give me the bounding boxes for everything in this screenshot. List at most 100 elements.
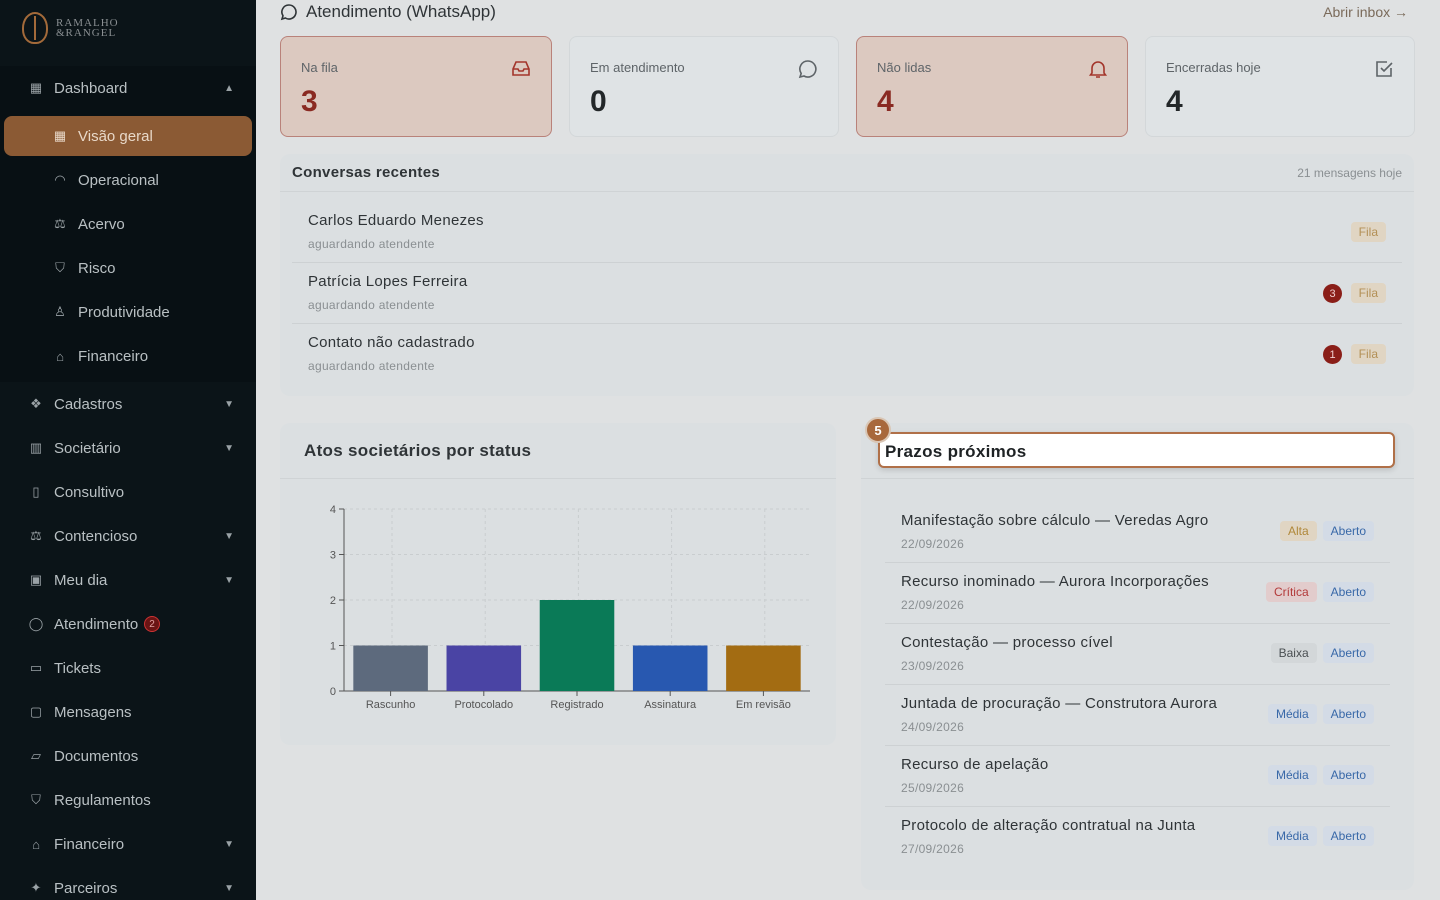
section-title: Atendimento (WhatsApp) — [280, 2, 496, 22]
deadline-tags: Crítica Aberto — [1265, 582, 1374, 602]
chat-bubble-icon — [798, 60, 817, 79]
chat-bubble-icon — [280, 4, 297, 21]
conversation-row[interactable]: Contato não cadastrado aguardando atende… — [292, 324, 1402, 385]
stat-label: Encerradas hoje — [1166, 60, 1261, 75]
stat-card-closed-today[interactable]: Encerradas hoje 4 — [1145, 36, 1415, 137]
sidebar-item-societario[interactable]: ▥ Societário ▼ — [0, 428, 256, 468]
shield-icon: ⛉ — [55, 260, 65, 275]
sidebar-item-label: Produtividade — [78, 303, 170, 321]
sidebar-item-label: Parceiros — [54, 879, 118, 897]
sidebar-item-label: Dashboard — [54, 79, 128, 97]
section-title-text: Atendimento (WhatsApp) — [306, 2, 496, 21]
stat-value: 0 — [590, 85, 607, 118]
chat-bubble-icon: ◯ — [28, 616, 44, 631]
x-tick-label: Protocolado — [454, 699, 513, 711]
sidebar-item-dashboard[interactable]: ▦ Dashboard ▲ — [0, 68, 256, 108]
sidebar-item-regulamentos[interactable]: ⛉ Regulamentos — [0, 780, 256, 820]
stat-card-unread[interactable]: Não lidas 4 — [856, 36, 1128, 137]
deadline-row[interactable]: Recurso inominado — Aurora Incorporações… — [885, 563, 1390, 624]
logo-mark-icon — [22, 12, 48, 44]
stat-label: Não lidas — [877, 60, 932, 75]
conversation-row[interactable]: Patrícia Lopes Ferreira aguardando atend… — [292, 263, 1402, 324]
sidebar-item-label: Operacional — [78, 171, 159, 189]
sidebar-item-meu-dia[interactable]: ▣ Meu dia ▼ — [0, 560, 256, 600]
chevron-down-icon: ▼ — [224, 398, 234, 410]
sidebar-subitem-risco[interactable]: ⛉ Risco — [0, 248, 256, 288]
deadline-date: 27/09/2026 — [901, 842, 965, 856]
sidebar-item-mensagens[interactable]: ▢ Mensagens — [0, 692, 256, 732]
notification-badge: 2 — [144, 616, 160, 632]
stat-value: 3 — [301, 85, 318, 118]
y-tick-label: 4 — [330, 504, 336, 516]
sidebar-item-contencioso[interactable]: ⚖ Contencioso ▼ — [0, 516, 256, 556]
sidebar-subitem-acervo[interactable]: ⚖ Acervo — [0, 204, 256, 244]
sidebar-subitem-visao-geral[interactable]: ▦ Visão geral — [0, 116, 256, 156]
deadline-row[interactable]: Contestação — processo cível 23/09/2026 Ba… — [885, 624, 1390, 685]
sidebar-item-label: Mensagens — [54, 703, 132, 721]
checkbox-icon — [1376, 61, 1393, 77]
deadline-row[interactable]: Juntada de procuração — Construtora Auro… — [885, 685, 1390, 746]
sidebar-item-tickets[interactable]: ▭ Tickets — [0, 648, 256, 688]
bank-icon: ⌂ — [32, 836, 40, 852]
status-badge: Fila — [1350, 222, 1386, 242]
bar-chart: 0 1 2 3 4 Rascunho Protocolado Registrado Assina… — [330, 504, 810, 711]
chevron-down-icon: ▼ — [224, 574, 234, 586]
stat-label: Em atendimento — [590, 60, 685, 75]
stat-card-queue[interactable]: Na fila 3 — [280, 36, 552, 137]
deadline-date: 22/09/2026 — [901, 598, 965, 612]
y-tick-label: 3 — [330, 550, 336, 562]
sidebar-item-label: Risco — [78, 259, 116, 277]
sidebar-item-parceiros[interactable]: ✦ Parceiros ▼ — [0, 868, 256, 900]
contact-name: Contato não cadastrado — [308, 334, 475, 351]
open-inbox-link[interactable]: Abrir inbox → — [1323, 4, 1408, 20]
card-title: Conversas recentes — [292, 164, 440, 181]
sidebar-item-label: Societário — [54, 439, 121, 457]
bell-icon — [1089, 61, 1107, 78]
handshake-icon: ✦ — [30, 880, 42, 895]
priority-badge: Média — [1267, 704, 1317, 724]
sidebar-subitem-operacional[interactable]: ◠ Operacional — [0, 160, 256, 200]
deadline-name: Recurso de apelação — [901, 756, 1049, 773]
sidebar-item-label: Documentos — [54, 747, 139, 765]
shield-check-icon: ⛉ — [31, 792, 41, 807]
card-header: Conversas recentes 21 mensagens hoje — [280, 154, 1414, 192]
status-badge: Aberto — [1322, 826, 1374, 846]
main-content: Atendimento (WhatsApp) Abrir inbox → Na … — [256, 0, 1440, 900]
priority-badge: Crítica — [1265, 582, 1317, 602]
message-count: 21 mensagens hoje — [1297, 166, 1402, 180]
status-badge: Aberto — [1322, 521, 1374, 541]
deadline-row[interactable]: Recurso de apelação 25/09/2026 Média Aberto — [885, 746, 1390, 807]
sidebar-item-documentos[interactable]: ▱ Documentos — [0, 736, 256, 776]
priority-badge: Baixa — [1270, 643, 1317, 663]
conversation-row[interactable]: Carlos Eduardo Menezes aguardando atende… — [292, 202, 1402, 263]
deadline-row[interactable]: Manifestação sobre cálculo — Veredas Agr… — [885, 502, 1390, 563]
calendar-icon: ▣ — [29, 572, 43, 587]
status-badge: Aberto — [1322, 643, 1374, 663]
brand-logo[interactable]: RAMALHO &RANGEL — [22, 12, 119, 44]
conversation-status-text: aguardando atendente — [308, 237, 435, 251]
deadline-tags: Média Aberto — [1267, 765, 1374, 785]
sidebar-item-atendimento[interactable]: ◯ Atendimento 2 — [0, 604, 256, 644]
ticket-icon: ▭ — [29, 660, 43, 675]
bar — [446, 645, 522, 691]
chevron-down-icon: ▼ — [224, 530, 234, 542]
bar — [353, 645, 428, 691]
sidebar-item-consultivo[interactable]: ▯ Consultivo — [0, 472, 256, 512]
sidebar-subitem-financeiro[interactable]: ⌂ Financeiro — [0, 336, 256, 376]
sidebar-subitem-produtividade[interactable]: ♙ Produtividade — [0, 292, 256, 332]
brand-line-2: &RANGEL — [56, 27, 117, 39]
contact-name: Patrícia Lopes Ferreira — [308, 273, 468, 290]
scale-icon: ⚖ — [30, 528, 42, 543]
sidebar-item-label: Financeiro — [54, 835, 125, 853]
stat-card-in-service[interactable]: Em atendimento 0 — [569, 36, 839, 137]
sidebar-item-cadastros[interactable]: ❖ Cadastros ▼ — [0, 384, 256, 424]
deadline-row[interactable]: Protocolo de alteração contratual na Jun… — [885, 807, 1390, 868]
sidebar-item-financeiro[interactable]: ⌂ Financeiro ▼ — [0, 824, 256, 864]
conversation-status-text: aguardando atendente — [308, 298, 435, 312]
priority-badge: Média — [1267, 765, 1317, 785]
inbox-icon — [512, 61, 530, 76]
boxes-icon: ❖ — [30, 396, 42, 411]
gauge-icon: ◠ — [54, 172, 66, 187]
unread-count-badge: 1 — [1323, 345, 1342, 364]
highlighted-title-box[interactable]: Prazos próximos — [878, 432, 1395, 468]
